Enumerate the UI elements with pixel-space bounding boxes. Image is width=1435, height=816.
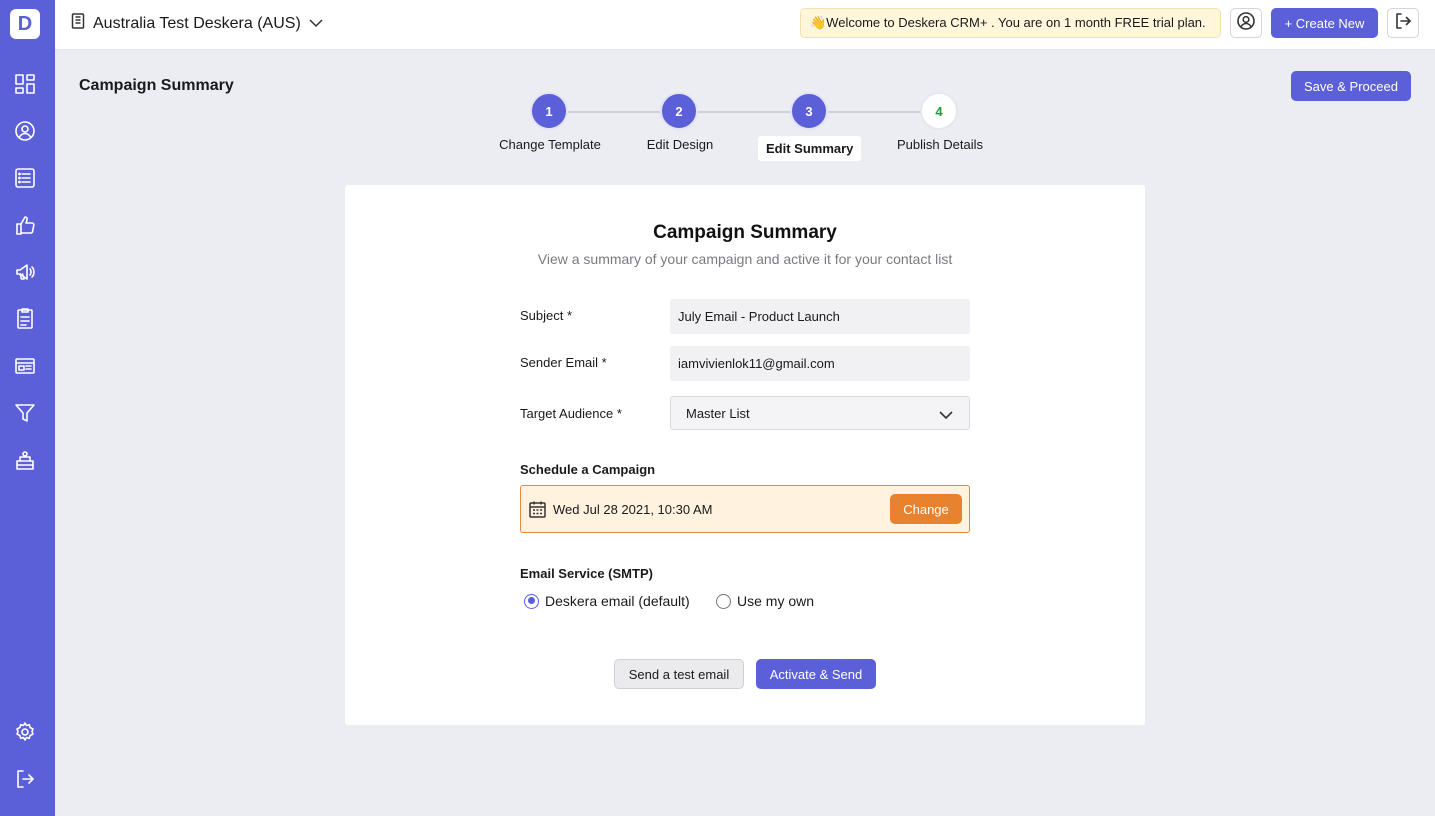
smtp-option-label: Deskera email (default) bbox=[545, 593, 690, 609]
step-1-label[interactable]: Change Template bbox=[480, 137, 620, 152]
landing-page-icon[interactable] bbox=[14, 355, 36, 377]
support-icon[interactable] bbox=[14, 449, 36, 471]
smtp-option-label: Use my own bbox=[737, 593, 815, 609]
logout-icon[interactable] bbox=[14, 768, 36, 790]
step-2-label[interactable]: Edit Design bbox=[610, 137, 750, 152]
chevron-down-icon bbox=[309, 15, 323, 33]
building-icon bbox=[71, 13, 85, 34]
funnel-icon[interactable] bbox=[14, 402, 36, 424]
topbar: Australia Test Deskera (AUS) 👋Welcome to… bbox=[55, 0, 1435, 50]
card-subtitle: View a summary of your campaign and acti… bbox=[537, 251, 953, 267]
signout-icon bbox=[1394, 12, 1412, 35]
step-3-label[interactable]: Edit Summary bbox=[758, 136, 862, 161]
schedule-box: Wed Jul 28 2021, 10:30 AM Change bbox=[520, 485, 970, 533]
page-title: Campaign Summary bbox=[79, 77, 234, 94]
org-switcher[interactable]: Australia Test Deskera (AUS) bbox=[71, 13, 323, 34]
step-connector bbox=[568, 111, 661, 113]
smtp-title: Email Service (SMTP) bbox=[520, 566, 653, 581]
radio-button-checked[interactable] bbox=[524, 593, 539, 609]
user-icon bbox=[1237, 11, 1255, 35]
activate-send-button[interactable]: Activate & Send bbox=[756, 659, 876, 689]
chevron-down-icon bbox=[939, 408, 953, 423]
smtp-option-deskera[interactable]: Deskera email (default) bbox=[524, 593, 690, 609]
radio-button[interactable] bbox=[716, 593, 731, 609]
calendar-icon bbox=[529, 501, 546, 523]
sidebar: D bbox=[0, 0, 55, 816]
create-new-button[interactable]: + Create New bbox=[1271, 8, 1378, 38]
subject-field[interactable]: July Email - Product Launch bbox=[670, 299, 970, 334]
dashboard-icon[interactable] bbox=[14, 73, 36, 95]
step-2-circle[interactable]: 2 bbox=[660, 92, 698, 130]
sender-email-label: Sender Email * bbox=[520, 355, 607, 370]
subject-label: Subject * bbox=[520, 308, 573, 323]
step-1-circle[interactable]: 1 bbox=[530, 92, 568, 130]
send-test-email-button[interactable]: Send a test email bbox=[614, 659, 744, 689]
step-connector bbox=[698, 111, 791, 113]
campaign-summary-card: Campaign Summary View a summary of your … bbox=[345, 185, 1145, 725]
step-connector bbox=[828, 111, 921, 113]
smtp-option-own[interactable]: Use my own bbox=[716, 593, 814, 609]
deals-icon[interactable] bbox=[14, 214, 36, 236]
forms-icon[interactable] bbox=[14, 308, 36, 330]
signout-button[interactable] bbox=[1387, 8, 1419, 38]
schedule-title: Schedule a Campaign bbox=[520, 462, 656, 477]
contacts-icon[interactable] bbox=[14, 120, 36, 142]
card-title: Campaign Summary bbox=[653, 222, 837, 243]
settings-icon[interactable] bbox=[14, 721, 36, 743]
step-4-label[interactable]: Publish Details bbox=[870, 137, 1010, 152]
campaign-icon[interactable] bbox=[14, 261, 36, 283]
step-4-circle[interactable]: 4 bbox=[920, 92, 958, 130]
list-icon[interactable] bbox=[14, 167, 36, 189]
deskera-logo[interactable]: D bbox=[10, 9, 40, 39]
target-audience-select[interactable]: Master List bbox=[670, 396, 970, 430]
target-audience-value: Master List bbox=[686, 405, 750, 421]
schedule-datetime: Wed Jul 28 2021, 10:30 AM bbox=[553, 502, 713, 517]
profile-button[interactable] bbox=[1230, 8, 1262, 38]
target-audience-label: Target Audience * bbox=[520, 406, 622, 421]
step-3-circle[interactable]: 3 bbox=[790, 92, 828, 130]
trial-banner: 👋Welcome to Deskera CRM+ . You are on 1 … bbox=[800, 8, 1221, 38]
sender-email-field[interactable]: iamvivienlok11@gmail.com bbox=[670, 346, 970, 381]
save-proceed-button[interactable]: Save & Proceed bbox=[1291, 71, 1411, 101]
change-schedule-button[interactable]: Change bbox=[890, 494, 962, 524]
org-name: Australia Test Deskera (AUS) bbox=[93, 14, 301, 32]
